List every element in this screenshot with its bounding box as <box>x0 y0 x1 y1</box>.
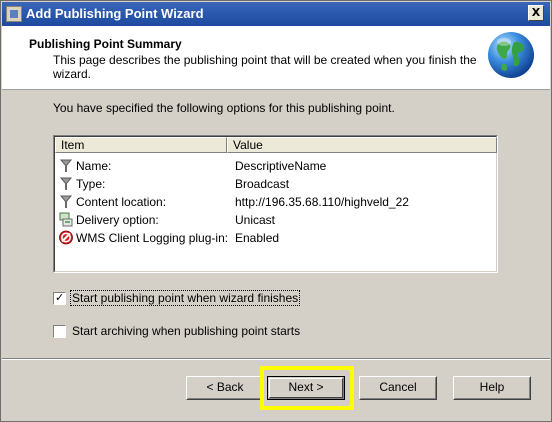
help-button[interactable]: Help <box>453 376 531 400</box>
cancel-button[interactable]: Cancel <box>359 376 437 400</box>
start-publishing-checkbox[interactable]: ✓ <box>53 291 66 305</box>
intro-text: You have specified the following options… <box>53 101 395 115</box>
start-publishing-label[interactable]: Start publishing point when wizard finis… <box>69 290 301 306</box>
item-value: DescriptiveName <box>235 159 327 173</box>
wizard-window: Add Publishing Point Wizard X Publishing… <box>0 0 552 422</box>
item-value: Broadcast <box>235 177 290 191</box>
list-item[interactable]: WMS Client Logging plug-in: Enabled <box>59 229 495 247</box>
item-value: Unicast <box>235 213 276 227</box>
item-name: WMS Client Logging plug-in: <box>76 231 229 245</box>
app-icon <box>6 6 22 22</box>
delivery-icon <box>59 212 73 227</box>
item-value: Enabled <box>235 231 280 245</box>
list-item[interactable]: Name: DescriptiveName <box>59 157 495 175</box>
item-name: Delivery option: <box>76 213 159 227</box>
summary-listview[interactable]: Item Value Name: DescriptiveName Type: B… <box>53 135 498 273</box>
wizard-header: Publishing Point Summary This page descr… <box>2 26 550 90</box>
window-title: Add Publishing Point Wizard <box>26 6 204 21</box>
plugin-icon <box>59 230 73 245</box>
close-button[interactable]: X <box>528 5 544 21</box>
back-button[interactable]: < Back <box>186 376 264 400</box>
globe-icon <box>488 32 534 78</box>
column-header-value[interactable]: Value <box>227 137 497 153</box>
item-name: Name: <box>76 159 112 173</box>
item-value: http://196.35.68.110/highveld_22 <box>235 195 409 209</box>
start-archiving-label[interactable]: Start archiving when publishing point st… <box>71 324 301 338</box>
property-icon <box>59 159 73 172</box>
list-item[interactable]: Delivery option: Unicast <box>59 211 495 229</box>
page-description: This page describes the publishing point… <box>53 53 477 81</box>
checkmark-icon: ✓ <box>55 291 65 304</box>
property-icon <box>59 195 73 208</box>
column-header-item[interactable]: Item <box>55 137 227 153</box>
next-button-highlight <box>260 366 354 410</box>
title-bar[interactable]: Add Publishing Point Wizard X <box>2 2 550 26</box>
footer-divider <box>2 358 550 360</box>
start-archiving-checkbox[interactable] <box>53 325 66 338</box>
list-item[interactable]: Type: Broadcast <box>59 175 495 193</box>
property-icon <box>59 177 73 190</box>
page-title: Publishing Point Summary <box>29 37 182 51</box>
item-name: Content location: <box>76 195 167 209</box>
list-item[interactable]: Content location: http://196.35.68.110/h… <box>59 193 495 211</box>
item-name: Type: <box>76 177 106 191</box>
